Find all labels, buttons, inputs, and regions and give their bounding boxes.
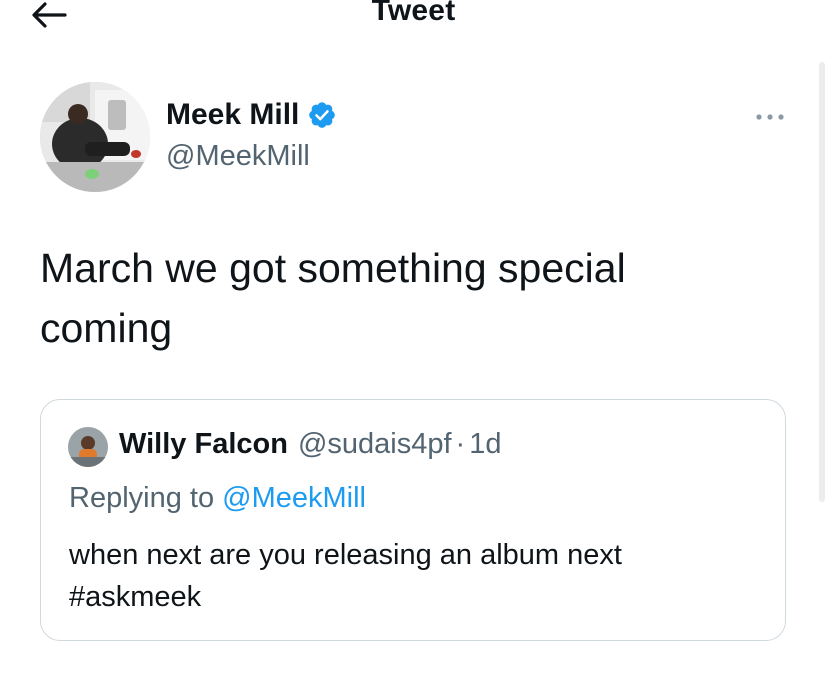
replying-to: Replying to @MeekMill [69, 482, 366, 515]
quoted-avatar[interactable] [68, 427, 108, 467]
replying-mention-link[interactable]: @MeekMill [222, 482, 366, 514]
quoted-author-handle[interactable]: @sudais4pf [298, 428, 452, 461]
author-handle[interactable]: @MeekMill [166, 140, 310, 173]
quoted-tweet-text: when next are you releasing an album nex… [69, 539, 622, 613]
verified-badge-icon [307, 100, 337, 130]
author-name-row: Meek Mill [166, 98, 337, 132]
page-title: Tweet [371, 0, 456, 27]
quoted-author-name[interactable]: Willy Falcon [119, 428, 288, 461]
quoted-timestamp[interactable]: 1d [469, 428, 501, 461]
tweet-text: March we got something special coming [40, 245, 626, 351]
separator-dot: · [455, 428, 466, 460]
more-button[interactable] [754, 107, 786, 127]
author-name[interactable]: Meek Mill [166, 98, 299, 132]
tweet-detail-page: Tweet Meek Mill @MeekMill March we got s… [0, 0, 827, 683]
quoted-header: Willy Falcon @sudais4pf · 1d [119, 428, 501, 461]
avatar-photo [40, 82, 150, 192]
quoted-tweet-card[interactable]: Willy Falcon @sudais4pf · 1d Replying to… [40, 399, 786, 641]
quoted-avatar-photo [68, 427, 108, 467]
more-horizontal-icon [756, 114, 784, 120]
scrollbar[interactable] [819, 62, 825, 502]
author-avatar[interactable] [40, 82, 150, 192]
replying-prefix: Replying to [69, 482, 215, 514]
